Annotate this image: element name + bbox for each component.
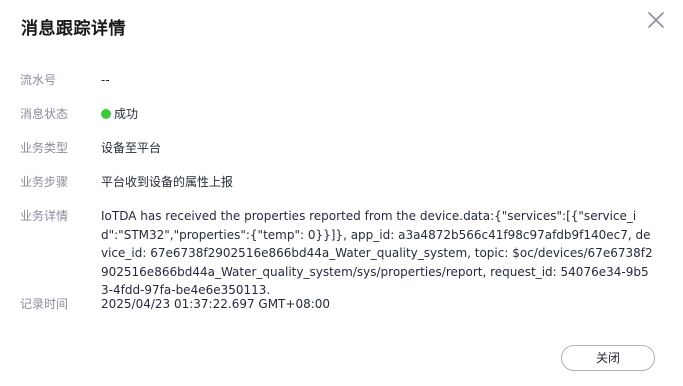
record-time-value: 2025/04/23 01:37:22.697 GMT+08:00 bbox=[101, 297, 331, 311]
serial-number-label: 流水号 bbox=[20, 73, 57, 87]
dialog-title: 消息跟踪详情 bbox=[21, 19, 126, 39]
message-status-text: 成功 bbox=[114, 107, 139, 121]
serial-number-value: -- bbox=[101, 73, 110, 87]
business-detail-value: IoTDA has received the properties report… bbox=[101, 209, 653, 297]
business-detail-label: 业务详情 bbox=[20, 209, 69, 223]
business-step-label: 业务步骤 bbox=[20, 175, 69, 189]
record-time-label: 记录时间 bbox=[20, 297, 69, 311]
message-trace-detail-dialog: 消息跟踪详情 流水号 -- 消息状态 成功 业务类型 设备至平台 业务步骤 平台… bbox=[0, 0, 683, 386]
close-button[interactable]: 关闭 bbox=[561, 345, 655, 371]
message-status-label: 消息状态 bbox=[20, 107, 69, 121]
business-type-value: 设备至平台 bbox=[101, 141, 162, 155]
close-icon[interactable] bbox=[645, 9, 667, 31]
success-status-dot-icon bbox=[101, 109, 111, 119]
business-type-label: 业务类型 bbox=[20, 141, 69, 155]
business-step-value: 平台收到设备的属性上报 bbox=[101, 175, 234, 189]
message-status-value: 成功 bbox=[101, 105, 655, 123]
